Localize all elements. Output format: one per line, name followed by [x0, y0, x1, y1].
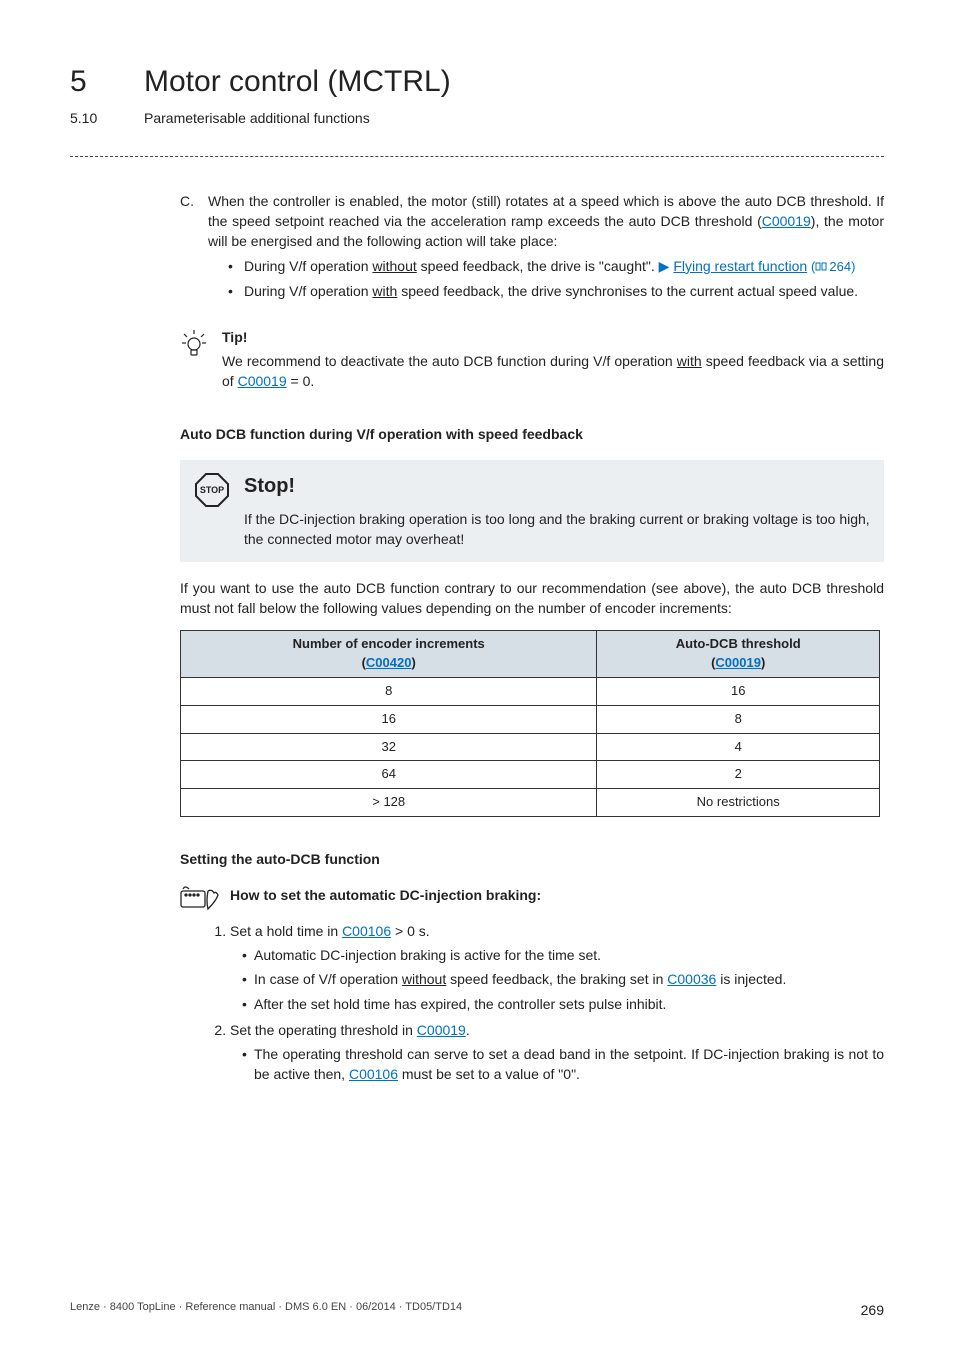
- table-row: 168: [181, 705, 880, 733]
- step1-sub2: In case of V/f operation without speed f…: [242, 969, 884, 989]
- subheading-autodcb-feedback: Auto DCB function during V/f operation w…: [180, 424, 884, 444]
- chapter-number: 5: [70, 60, 120, 104]
- step-2: Set the operating threshold in C00019. T…: [230, 1020, 884, 1085]
- link-c00019-step[interactable]: C00019: [417, 1022, 466, 1038]
- section-number: 5.10: [70, 108, 120, 128]
- svg-text:STOP: STOP: [200, 485, 224, 495]
- cell: 8: [181, 677, 597, 705]
- link-c00420[interactable]: C00420: [366, 655, 412, 670]
- stop-icon: STOP: [194, 472, 234, 550]
- link-c00036[interactable]: C00036: [667, 971, 716, 987]
- b1-pre: During V/f operation: [244, 258, 372, 274]
- tip-underline: with: [677, 353, 702, 369]
- th2-label: Auto-DCB threshold: [676, 636, 801, 651]
- encoder-threshold-table: Number of encoder increments (C00420) Au…: [180, 630, 880, 817]
- howto-heading: How to set the automatic DC-injection br…: [230, 885, 541, 916]
- subheading-setting-autodcb: Setting the auto-DCB function: [180, 849, 884, 869]
- arrow-icon: ▶: [659, 258, 670, 274]
- b1-underline: without: [372, 258, 416, 274]
- link-c00019-tip[interactable]: C00019: [238, 373, 287, 389]
- s2s1-post: must be set to a value of "0".: [398, 1066, 580, 1082]
- section-title: Parameterisable additional functions: [144, 108, 370, 128]
- cell: > 128: [181, 789, 597, 817]
- b2-pre: During V/f operation: [244, 283, 372, 299]
- step2-sub1: The operating threshold can serve to set…: [242, 1044, 884, 1085]
- th1-label: Number of encoder increments: [293, 636, 485, 651]
- link-flying-restart[interactable]: Flying restart function: [673, 258, 807, 274]
- stop-body: If the DC-injection braking operation is…: [244, 509, 870, 550]
- bullet-2-body: During V/f operation with speed feedback…: [244, 281, 858, 301]
- divider: [70, 156, 884, 157]
- cell: No restrictions: [597, 789, 880, 817]
- pageref-num: 264: [829, 259, 851, 274]
- tip-body: We recommend to deactivate the auto DCB …: [222, 351, 884, 392]
- table-row: 324: [181, 733, 880, 761]
- s1s2-u: without: [402, 971, 446, 987]
- chapter-title: Motor control (MCTRL): [144, 60, 451, 104]
- para-table-intro: If you want to use the auto DCB function…: [180, 578, 884, 619]
- footer-left: Lenze · 8400 TopLine · Reference manual …: [70, 1300, 462, 1320]
- b2-post: speed feedback, the drive synchronises t…: [397, 283, 858, 299]
- cell: 4: [597, 733, 880, 761]
- cell: 2: [597, 761, 880, 789]
- bullet-1-body: During V/f operation without speed feedb…: [244, 256, 855, 277]
- cell: 8: [597, 705, 880, 733]
- link-c00019-th[interactable]: C00019: [715, 655, 761, 670]
- step1-sub3: After the set hold time has expired, the…: [242, 994, 884, 1014]
- table-row: > 128No restrictions: [181, 789, 880, 817]
- page-number: 269: [861, 1300, 884, 1320]
- s1-post: > 0 s.: [391, 923, 430, 939]
- s1s2-pre: In case of V/f operation: [254, 971, 402, 987]
- step-1: Set a hold time in C00106 > 0 s. Automat…: [230, 921, 884, 1014]
- bullet-dot: •: [228, 281, 236, 301]
- stop-heading: Stop!: [244, 472, 870, 501]
- link-c00019-1[interactable]: C00019: [762, 213, 811, 229]
- th-encoder-increments: Number of encoder increments (C00420): [181, 631, 597, 678]
- link-c00106-a[interactable]: C00106: [342, 923, 391, 939]
- th-autodcb-threshold: Auto-DCB threshold (C00019): [597, 631, 880, 678]
- b1-mid: speed feedback, the drive is "caught".: [417, 258, 659, 274]
- link-c00106-b[interactable]: C00106: [349, 1066, 398, 1082]
- s2-post: .: [466, 1022, 470, 1038]
- step1-sub1: Automatic DC-injection braking is active…: [242, 945, 884, 965]
- table-row: 642: [181, 761, 880, 789]
- table-row: 816: [181, 677, 880, 705]
- page-ref-264[interactable]: (264): [811, 259, 855, 274]
- s1s2-post: is injected.: [716, 971, 786, 987]
- cell: 32: [181, 733, 597, 761]
- b2-underline: with: [372, 283, 397, 299]
- list-letter-c: C.: [180, 191, 200, 305]
- tip-post: = 0.: [287, 373, 315, 389]
- bullet-dot: •: [228, 256, 236, 277]
- steps-list: Set a hold time in C00106 > 0 s. Automat…: [210, 921, 884, 1085]
- s2-pre: Set the operating threshold in: [230, 1022, 417, 1038]
- cell: 64: [181, 761, 597, 789]
- tip-heading: Tip!: [222, 327, 884, 347]
- list-item-c-body: When the controller is enabled, the moto…: [208, 191, 884, 305]
- cell: 16: [597, 677, 880, 705]
- tip-pre: We recommend to deactivate the auto DCB …: [222, 353, 677, 369]
- s1-pre: Set a hold time in: [230, 923, 342, 939]
- tip-icon: [180, 327, 212, 392]
- howto-icon: [180, 885, 220, 916]
- s1s2-mid: speed feedback, the braking set in: [446, 971, 667, 987]
- cell: 16: [181, 705, 597, 733]
